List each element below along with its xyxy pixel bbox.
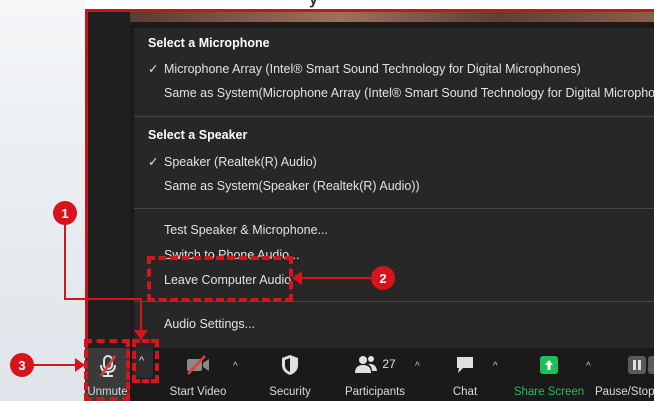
chevron-up-icon[interactable]: ^ (493, 361, 498, 372)
unmute-button-highlight (84, 339, 130, 401)
arrow-down-icon (134, 330, 148, 340)
microphone-section-title: Select a Microphone (148, 36, 270, 50)
share-screen-label: Share Screen (513, 386, 585, 398)
speaker-section-title: Select a Speaker (148, 128, 248, 142)
step-3-badge: 3 (10, 353, 34, 377)
pause-icon (627, 354, 654, 376)
audio-caret-highlight (132, 339, 159, 383)
video-preview-strip (130, 12, 654, 22)
people-icon (355, 356, 378, 373)
pause-stop-label: Pause/Stop R (595, 386, 654, 398)
test-speaker-microphone-item[interactable]: Test Speaker & Microphone... (164, 223, 328, 237)
step-1-connector (64, 225, 66, 300)
speaker-option-realtek[interactable]: ✓ Speaker (Realtek(R) Audio) (148, 154, 317, 169)
speaker-option-same-as-system[interactable]: Same as System(Speaker (Realtek(R) Audio… (164, 179, 420, 193)
share-screen-icon (538, 354, 560, 376)
leave-computer-audio-highlight (147, 256, 293, 302)
page-background (0, 0, 85, 401)
meeting-controls-toolbar: Unmute ^ Start Video ^ Security 27 Parti… (85, 348, 654, 401)
step-2-badge: 2 (371, 266, 395, 290)
speaker-option-realtek-label: Speaker (Realtek(R) Audio) (164, 155, 317, 169)
step-2-connector (300, 277, 372, 279)
mic-option-same-as-system[interactable]: Same as System(Microphone Array (Intel® … (164, 86, 654, 100)
chat-label: Chat (452, 386, 478, 398)
participants-icon-group: 27 (354, 354, 396, 374)
start-video-button[interactable]: Start Video (163, 348, 233, 401)
start-video-label: Start Video (169, 386, 227, 398)
page-header-fragment: y (85, 0, 654, 9)
arrow-right-icon (75, 358, 85, 372)
step-3-connector (33, 364, 77, 366)
mic-option-array[interactable]: ✓ Microphone Array (Intel® Smart Sound Te… (148, 61, 581, 76)
share-screen-button[interactable]: Share Screen (513, 348, 585, 401)
chevron-up-icon[interactable]: ^ (415, 361, 420, 372)
video-off-icon (185, 354, 211, 376)
security-label: Security (269, 386, 311, 398)
participants-button[interactable]: 27 Participants (335, 348, 415, 401)
chevron-up-icon[interactable]: ^ (233, 361, 238, 372)
arrow-left-icon (292, 271, 302, 285)
participants-count: 27 (382, 357, 396, 371)
step-1-badge: 1 (53, 201, 77, 225)
zoom-meeting-window: Select a Microphone ✓ Microphone Array (I… (85, 9, 654, 401)
pause-stop-recording-button[interactable]: Pause/Stop R (593, 348, 654, 401)
shield-icon (280, 354, 300, 376)
participants-label: Participants (344, 386, 406, 398)
menu-divider (134, 116, 654, 117)
mic-option-array-label: Microphone Array (Intel® Smart Sound Tec… (164, 62, 581, 76)
chevron-up-icon[interactable]: ^ (586, 361, 591, 372)
chat-button[interactable]: Chat (437, 348, 493, 401)
security-button[interactable]: Security (255, 348, 325, 401)
audio-settings-item[interactable]: Audio Settings... (164, 317, 255, 331)
check-icon: ✓ (148, 62, 159, 76)
menu-divider (134, 208, 654, 209)
step-1-connector (64, 298, 142, 300)
chat-bubble-icon (454, 354, 476, 376)
check-icon: ✓ (148, 155, 159, 169)
